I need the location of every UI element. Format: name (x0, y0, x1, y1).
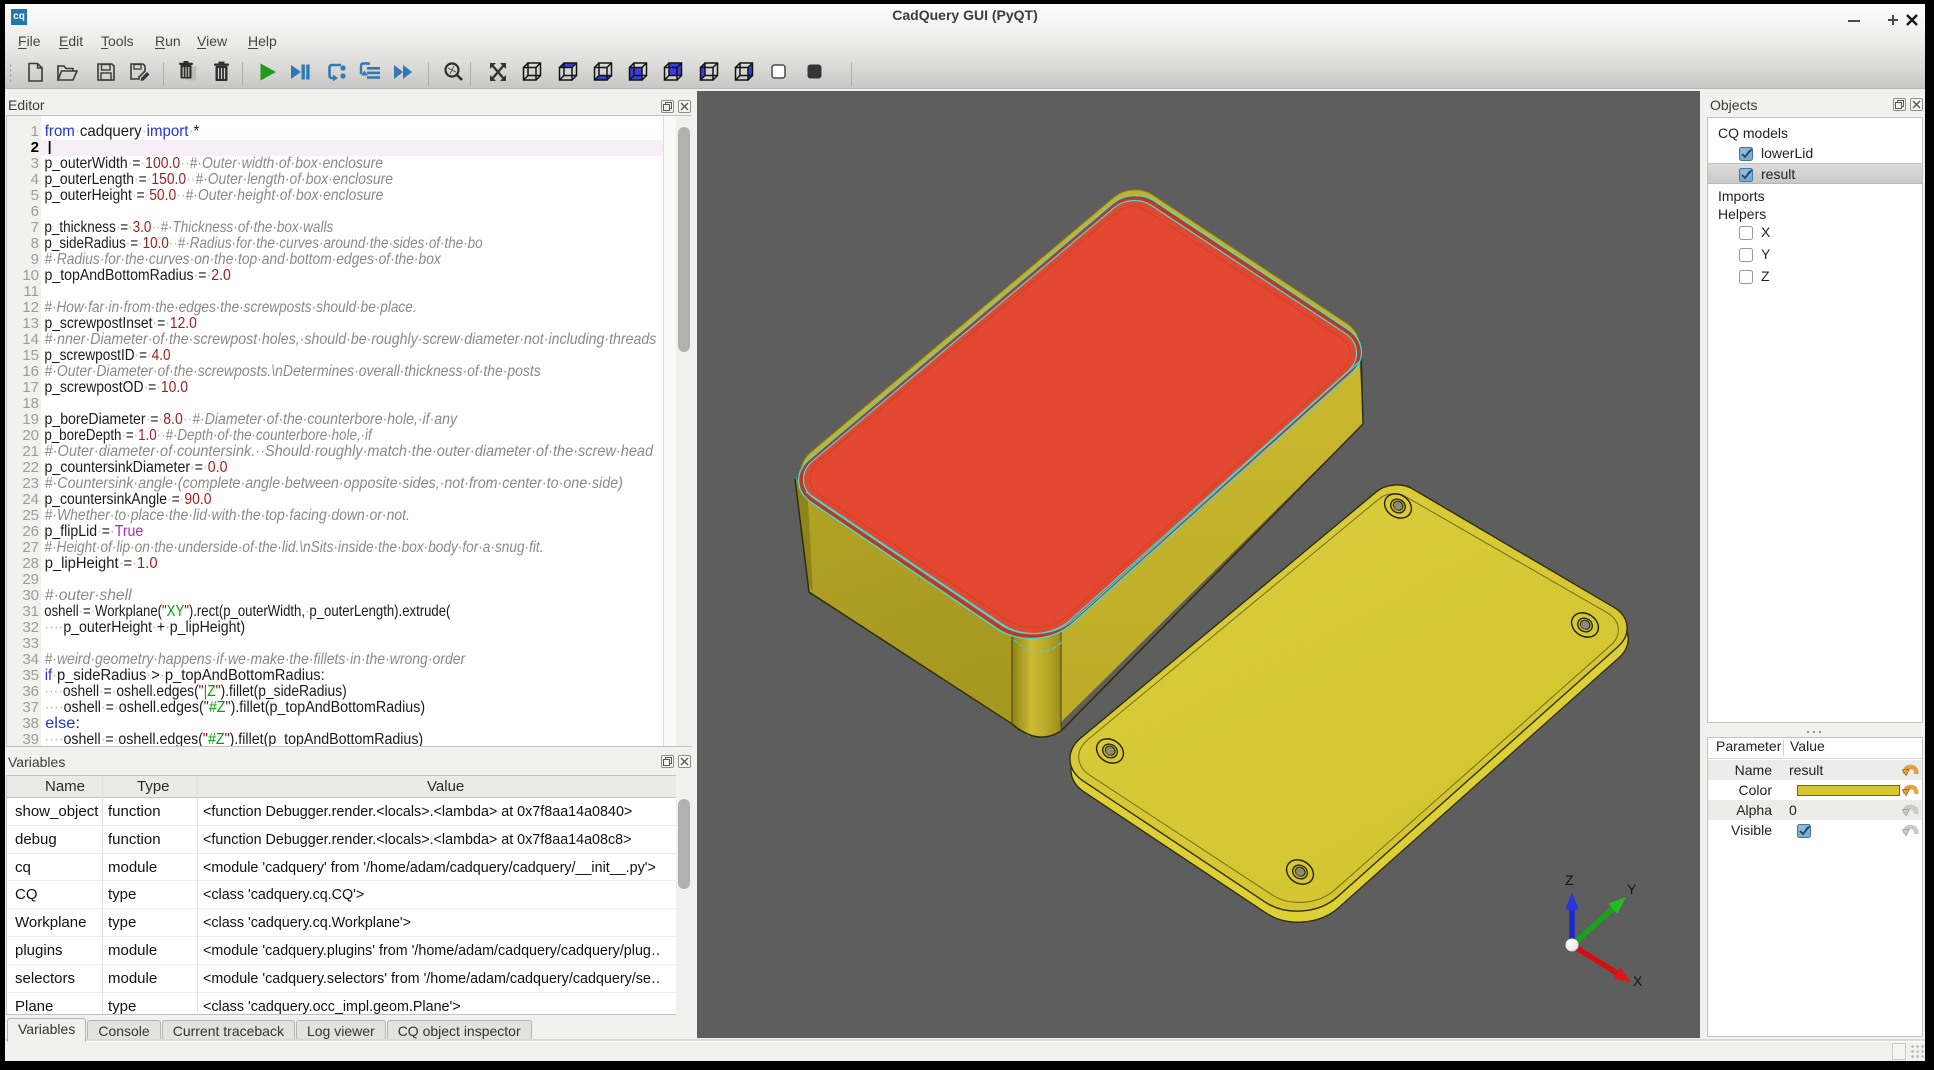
svg-text:Y: Y (1627, 881, 1637, 897)
svg-text:Z: Z (1565, 872, 1574, 888)
svg-text:X: X (1633, 973, 1643, 989)
